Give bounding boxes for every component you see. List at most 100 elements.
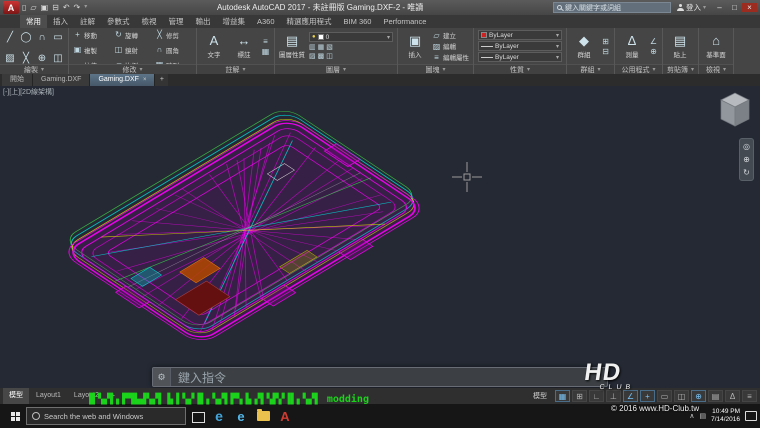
autocad-taskbar-button[interactable]: A (274, 404, 296, 428)
tray-expand-icon[interactable]: ∧ (689, 412, 694, 420)
ie-taskbar-button[interactable]: e (230, 404, 252, 428)
status-customize-icon[interactable]: ≡ (742, 390, 757, 402)
start-button[interactable] (4, 404, 26, 428)
panel-label-annotation[interactable]: 註解 ▾ (197, 64, 274, 74)
table-icon[interactable]: ▦ (261, 47, 270, 56)
base-view-button[interactable]: ⌂基準面 (703, 29, 729, 63)
paste-button[interactable]: ▤貼上 (667, 29, 693, 63)
panel-label-draw[interactable]: 繪製 ▾ (0, 64, 68, 74)
ribbon-tab-bim360[interactable]: BIM 360 (338, 15, 378, 28)
status-infer-icon[interactable]: ∟ (589, 390, 604, 402)
layer-lock-icon[interactable]: ▨ (309, 52, 316, 60)
ribbon-tab-manage[interactable]: 管理 (163, 15, 190, 28)
fillet-button[interactable]: ∩圓角 (155, 45, 192, 55)
panel-label-view[interactable]: 檢視 ▾ (699, 64, 733, 74)
qat-save-icon[interactable]: ▣ (41, 3, 49, 12)
dimension-button[interactable]: ↔標註 (231, 29, 257, 63)
layer-freeze-icon[interactable]: ▧ (326, 43, 333, 51)
qat-dropdown-icon[interactable]: ▾ (84, 3, 87, 12)
status-osnap-icon[interactable]: + (640, 390, 655, 402)
hatch-icon[interactable]: ▨ (5, 53, 14, 64)
region-icon[interactable]: ◫ (53, 53, 62, 64)
panel-label-layers[interactable]: 圖層 ▾ (275, 64, 397, 74)
layer-match-icon[interactable]: ▩ (318, 52, 325, 60)
command-customize-button[interactable]: ⚙ (153, 368, 171, 386)
qat-redo-icon[interactable]: ↷ (74, 3, 81, 12)
app-menu-button[interactable]: A (3, 1, 19, 14)
command-input[interactable]: 鍵入指令 (171, 368, 607, 386)
layer-previous-icon[interactable]: ◫ (326, 52, 333, 60)
panel-label-utilities[interactable]: 公用程式 ▾ (615, 64, 662, 74)
status-lineweight-icon[interactable]: ◫ (674, 390, 689, 402)
panel-label-clipboard[interactable]: 剪貼簿 ▾ (663, 64, 698, 74)
ribbon-tab-addins[interactable]: 增益集 (217, 15, 252, 28)
status-ortho-icon[interactable]: ⊥ (606, 390, 621, 402)
file-tab-gaming-dxf-1[interactable]: Gaming.DXF (33, 74, 90, 86)
qat-undo-icon[interactable]: ↶ (63, 3, 70, 12)
ribbon-tab-annotate[interactable]: 註解 (74, 15, 101, 28)
drawing-viewport[interactable]: [-][上][2D線架構] (0, 86, 760, 388)
steering-wheel-icon[interactable]: ◎ (743, 142, 750, 151)
linetype-dropdown[interactable]: ByLayer ▾ (478, 41, 562, 51)
ribbon-tab-view[interactable]: 檢視 (136, 15, 163, 28)
infocenter-search-box[interactable]: 鍵入關鍵字或詞組 (553, 2, 671, 13)
move-button[interactable]: +移動 (73, 30, 110, 40)
maximize-button[interactable]: □ (727, 3, 742, 12)
close-button[interactable]: × (742, 3, 757, 12)
panel-label-blocks[interactable]: 圖塊 ▾ (398, 64, 473, 74)
taskbar-search-box[interactable]: Search the web and Windows (26, 407, 186, 425)
status-grid-icon[interactable]: ▦ (555, 390, 570, 402)
command-line[interactable]: ⚙ 鍵入指令 (152, 367, 608, 387)
erase-icon[interactable]: ╳ (23, 53, 29, 64)
copy-button[interactable]: ▣複製 (73, 45, 110, 55)
new-file-tab-button[interactable]: + (155, 74, 168, 86)
text-button[interactable]: A文字 (201, 29, 227, 63)
panel-label-modify[interactable]: 修改 ▾ (69, 64, 196, 74)
ribbon-tab-output[interactable]: 輸出 (190, 15, 217, 28)
panel-label-groups[interactable]: 群組 ▾ (567, 64, 614, 74)
ribbon-tab-a360[interactable]: A360 (251, 15, 281, 28)
trim-button[interactable]: ╳修剪 (155, 30, 192, 40)
qat-new-icon[interactable]: ▯ (22, 3, 26, 12)
status-annotation-icon[interactable]: ▤ (708, 390, 723, 402)
zoom-icon[interactable]: ⊕ (743, 155, 750, 164)
lineweight-dropdown[interactable]: ByLayer ▾ (478, 52, 562, 62)
quick-select-icon[interactable]: ∠ (649, 37, 658, 46)
circle-icon[interactable]: ◯ (20, 32, 31, 43)
edit-block-button[interactable]: ▨編輯 (432, 41, 469, 51)
insert-block-button[interactable]: ▣插入 (402, 29, 428, 63)
file-explorer-button[interactable] (252, 404, 274, 428)
file-tab-gaming-dxf-2[interactable]: Gaming.DXF × (90, 74, 155, 86)
task-view-button[interactable] (186, 404, 208, 428)
status-polar-icon[interactable]: ∠ (623, 390, 638, 402)
rectangle-icon[interactable]: ▭ (53, 32, 62, 43)
qat-plot-icon[interactable]: ⊟ (52, 3, 59, 12)
viewport-controls[interactable]: [-][上][2D線架構] (3, 87, 54, 97)
ungroup-icon[interactable]: ⊞ (601, 37, 610, 46)
object-color-dropdown[interactable]: ByLayer ▾ (478, 30, 562, 40)
status-transparency-icon[interactable]: ⊕ (691, 390, 706, 402)
layout-tab-model[interactable]: 模型 (3, 388, 29, 404)
edit-attributes-button[interactable]: ≡編輯屬性 (432, 52, 469, 62)
measure-button[interactable]: Δ測量 (619, 29, 645, 63)
layout-tab-layout1[interactable]: Layout1 (30, 388, 67, 404)
layer-isolate-icon[interactable]: ▦ (318, 43, 325, 51)
status-snap-icon[interactable]: ⊞ (572, 390, 587, 402)
model-wireframe[interactable] (0, 86, 760, 388)
layer-properties-button[interactable]: ▤圖層性質 (279, 29, 305, 63)
signin-button[interactable]: 登入 ▾ (674, 2, 709, 13)
taskbar-clock[interactable]: 10:49 PM 7/14/2016 (711, 408, 740, 424)
ribbon-tab-featured-apps[interactable]: 精選應用程式 (281, 15, 338, 28)
ribbon-tab-insert[interactable]: 插入 (47, 15, 74, 28)
line-icon[interactable]: ╱ (7, 32, 13, 43)
layer-off-icon[interactable]: ▥ (309, 43, 316, 51)
edge-taskbar-button[interactable]: e (208, 404, 230, 428)
group-edit-icon[interactable]: ⊟ (601, 47, 610, 56)
view-cube[interactable] (710, 90, 754, 134)
ribbon-tab-home[interactable]: 常用 (20, 15, 47, 28)
mirror-button[interactable]: ◫鏡射 (114, 45, 151, 55)
rotate-button[interactable]: ↻旋轉 (114, 30, 151, 40)
layer-dropdown[interactable]: ● 0 ▾ (309, 32, 393, 42)
action-center-icon[interactable] (745, 411, 757, 421)
point-style-icon[interactable]: ⊕ (649, 47, 658, 56)
